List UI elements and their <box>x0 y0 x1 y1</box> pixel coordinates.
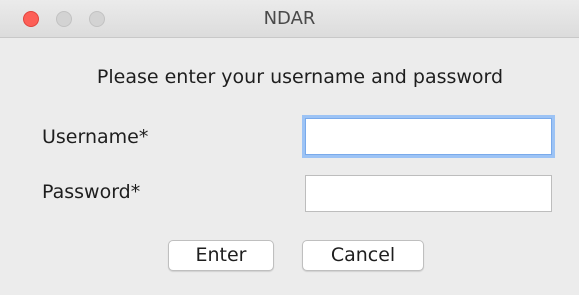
username-input[interactable] <box>305 118 552 155</box>
password-label: Password* <box>42 181 141 203</box>
window-title: NDAR <box>263 8 316 29</box>
title-bar: NDAR <box>0 0 579 38</box>
instruction-text: Please enter your username and password <box>96 66 504 88</box>
cancel-button[interactable]: Cancel <box>302 240 424 271</box>
password-input[interactable] <box>305 175 552 212</box>
enter-button[interactable]: Enter <box>168 240 274 271</box>
login-dialog-window: NDAR Please enter your username and pass… <box>0 0 579 295</box>
username-label: Username* <box>42 126 149 148</box>
dialog-content: Please enter your username and password … <box>0 38 579 295</box>
